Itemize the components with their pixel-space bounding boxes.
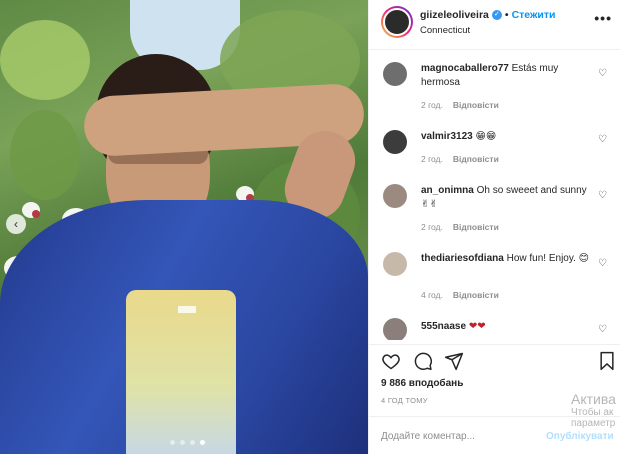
comment-username[interactable]: valmir3123 — [421, 131, 473, 142]
comment-meta: 2 год. Відповісти — [421, 222, 499, 232]
reply-button[interactable]: Відповісти — [453, 290, 499, 300]
separator-dot: • — [504, 9, 509, 21]
like-comment-heart-icon[interactable]: ♡ — [598, 134, 607, 145]
carousel-dot — [170, 440, 175, 445]
hibiscus-flower — [22, 202, 40, 218]
commenter-avatar[interactable] — [383, 184, 407, 208]
verified-icon: ✓ — [491, 10, 502, 21]
follow-button[interactable]: Стежити — [512, 9, 556, 21]
comment-text: ❤❤ — [468, 321, 486, 332]
post-header: giizeleoliveira ✓ • Стежити Connecticut ••• — [369, 0, 620, 50]
comment-body: magnocaballero77 Estás muy hermosa — [421, 62, 591, 89]
comment-text: How fun! Enjoy. 😊 — [506, 253, 590, 264]
comment-body: thediariesofdiana How fun! Enjoy. 😊 — [421, 252, 591, 266]
commenter-avatar[interactable] — [383, 318, 407, 340]
commenter-avatar[interactable] — [383, 252, 407, 276]
post-photo[interactable]: ‹ — [0, 0, 368, 454]
publish-button[interactable]: Опублікувати — [546, 431, 614, 442]
activation-watermark: Актива Чтобы ак параметр — [571, 391, 616, 430]
reply-button[interactable]: Відповісти — [453, 154, 499, 164]
author-avatar[interactable] — [381, 6, 413, 38]
comment-time[interactable]: 2 год. — [421, 100, 443, 110]
action-bar — [369, 344, 620, 374]
comment-body: 555naase ❤❤ — [421, 320, 591, 334]
watermark-line-2: Чтобы ак — [571, 407, 614, 419]
comment-icon[interactable] — [413, 351, 433, 371]
comment-body: valmir3123 😁😁 — [421, 130, 591, 144]
comment-meta: 2 год. Відповісти — [421, 100, 499, 110]
comment-meta: 2 год. Відповісти — [421, 154, 499, 164]
like-comment-heart-icon[interactable]: ♡ — [598, 324, 607, 335]
like-comment-heart-icon[interactable]: ♡ — [598, 68, 607, 79]
reply-button[interactable]: Відповісти — [453, 100, 499, 110]
author-line: giizeleoliveira ✓ • Стежити — [420, 9, 556, 21]
chevron-left-icon: ‹ — [14, 217, 18, 231]
comment-username[interactable]: 555naase — [421, 321, 466, 332]
reply-button[interactable]: Відповісти — [453, 222, 499, 232]
like-comment-heart-icon[interactable]: ♡ — [598, 258, 607, 269]
carousel-dot — [180, 440, 185, 445]
comment-username[interactable]: an_onimna — [421, 185, 474, 196]
comment-body: an_onimna Oh so sweeet and sunny✌✌ — [421, 184, 591, 211]
like-count[interactable]: 9 886 вподобань — [381, 378, 463, 389]
comment-list: magnocaballero77 Estás muy hermosa 2 год… — [369, 50, 620, 340]
share-icon[interactable] — [444, 351, 464, 371]
post-timestamp[interactable]: 4 год тому — [381, 396, 428, 405]
comment-text: 😁😁 — [475, 131, 497, 142]
comment-time[interactable]: 2 год. — [421, 154, 443, 164]
foliage — [10, 110, 80, 200]
carousel-dot-active — [200, 440, 205, 445]
commenter-avatar[interactable] — [383, 130, 407, 154]
comment-username[interactable]: magnocaballero77 — [421, 63, 509, 74]
like-comment-heart-icon[interactable]: ♡ — [598, 190, 607, 201]
comment-time[interactable]: 2 год. — [421, 222, 443, 232]
comment-meta: 4 год. Відповісти — [421, 290, 499, 300]
post-location[interactable]: Connecticut — [420, 25, 470, 36]
garment-label — [178, 306, 196, 313]
carousel-prev-button[interactable]: ‹ — [6, 214, 26, 234]
yellow-top — [126, 290, 236, 454]
carousel-dot — [190, 440, 195, 445]
watermark-line-1: Актива — [571, 391, 616, 407]
comment-username[interactable]: thediariesofdiana — [421, 253, 504, 264]
post-sidebar: giizeleoliveira ✓ • Стежити Connecticut •••… — [368, 0, 620, 454]
bookmark-icon[interactable] — [597, 351, 617, 371]
more-options-icon[interactable]: ••• — [594, 10, 612, 26]
carousel-dots — [170, 440, 205, 445]
author-username[interactable]: giizeleoliveira — [420, 9, 489, 21]
comment-time[interactable]: 4 год. — [421, 290, 443, 300]
comment-input[interactable] — [381, 427, 541, 445]
commenter-avatar[interactable] — [383, 62, 407, 86]
foliage — [0, 20, 90, 100]
heart-icon[interactable] — [381, 351, 401, 371]
watermark-line-3: параметр — [571, 418, 616, 430]
